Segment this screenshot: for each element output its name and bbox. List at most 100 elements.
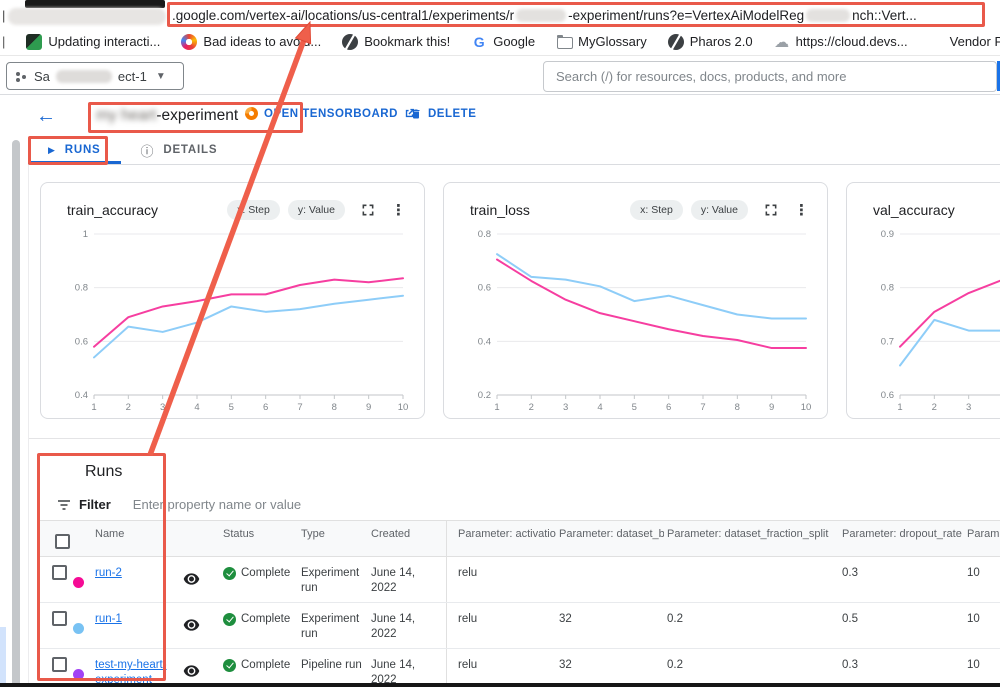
checkbox-cell [38, 603, 70, 648]
bookmark-pharos-2-0[interactable]: Pharos 2.0 [668, 34, 753, 50]
colorful-knot-icon [181, 34, 197, 50]
svg-text:2: 2 [932, 402, 937, 413]
chart-card-train_accuracy: train_accuracyx: Stepy: Value⋮0.40.60.81… [40, 182, 425, 419]
color-dot-cell [70, 649, 92, 687]
table-body: run-2CompleteExperiment runJune 14, 2022… [38, 557, 1000, 687]
url-bar[interactable]: .google.com/vertex-ai/locations/us-centr… [172, 5, 980, 25]
globe-dark-icon [342, 34, 358, 50]
search-input[interactable] [544, 69, 996, 84]
param-dataset-batch-cell: 32 [556, 649, 664, 687]
status-badge: Complete [241, 658, 290, 673]
back-arrow-icon[interactable]: ← [36, 103, 56, 129]
svg-text:10: 10 [801, 402, 812, 413]
eye-icon[interactable] [183, 665, 200, 677]
eye-icon[interactable] [183, 573, 200, 585]
bookmark-https-cloud-devs-[interactable]: ☁https://cloud.devs... [774, 34, 908, 50]
check-circle-icon [223, 613, 236, 626]
page-header: ← my heart-experiment OPEN TENSORBOARD D… [28, 96, 1000, 136]
row-checkbox[interactable] [52, 565, 67, 580]
chart-card-train_loss: train_lossx: Stepy: Value⋮0.20.40.60.812… [443, 182, 828, 419]
tab-bar: ▶ RUNS ⓘ DETAILS [28, 136, 1000, 165]
column-header [180, 521, 220, 556]
bookmark-label: Vendor Portal [950, 34, 1000, 49]
svg-text:5: 5 [229, 402, 234, 413]
left-scrollbar[interactable] [12, 140, 20, 687]
more-options-icon[interactable]: ⋮ [794, 201, 809, 219]
checkbox-cell [38, 649, 70, 687]
svg-text:3: 3 [966, 402, 971, 413]
tab-runs[interactable]: ▶ RUNS [28, 136, 121, 164]
y-axis-chip[interactable]: y: Value [288, 200, 345, 220]
more-options-icon[interactable]: ⋮ [391, 201, 406, 219]
folder-icon [556, 34, 572, 50]
bookmark-label: Bookmark this! [364, 34, 450, 49]
project-selector[interactable]: Sa ect-1 ▼ [6, 62, 184, 90]
open-tensorboard-button[interactable]: OPEN TENSORBOARD [245, 107, 415, 120]
color-dot-cell [70, 557, 92, 602]
bookmark-label: MyGlossary [578, 34, 647, 49]
column-header: Parameter: dropout_rate [839, 521, 964, 556]
status-cell: Complete [220, 603, 298, 648]
bookmark-bad-ideas-to-avoid-[interactable]: Bad ideas to avoid... [181, 34, 321, 50]
select-all-checkbox[interactable] [55, 534, 70, 549]
column-header: Parameter: activation [446, 521, 556, 556]
row-checkbox[interactable] [52, 657, 67, 672]
fullscreen-icon[interactable] [764, 203, 778, 217]
section-divider [29, 438, 1000, 439]
status-cell: Complete [220, 649, 298, 687]
status-badge: Complete [241, 566, 290, 581]
run-name-link[interactable]: run-1 [95, 613, 122, 625]
run-name-link[interactable]: run-2 [95, 567, 122, 579]
param-5-cell: 10 [964, 557, 1000, 602]
svg-text:10: 10 [398, 402, 409, 413]
bookmark-myglossary[interactable]: MyGlossary [556, 34, 647, 50]
page-title-redacted: my heart [96, 107, 156, 124]
redacted-tab-title [25, 0, 165, 8]
tab-details[interactable]: ⓘ DETAILS [121, 136, 238, 164]
delete-button[interactable]: DELETE [410, 107, 476, 121]
bookmark-bookmark-this-[interactable]: Bookmark this! [342, 34, 450, 50]
svg-text:7: 7 [297, 402, 302, 413]
url-segment: nch::Vert... [852, 8, 917, 23]
svg-text:7: 7 [700, 402, 705, 413]
svg-text:3: 3 [160, 402, 165, 413]
name-cell: run-1 [92, 603, 180, 648]
svg-text:0.8: 0.8 [75, 283, 88, 294]
tensorboard-icon [245, 107, 258, 120]
filter-input[interactable] [133, 497, 433, 512]
param-activation-cell: relu [446, 557, 556, 602]
svg-text:0.9: 0.9 [881, 229, 894, 240]
chart-card-header: train_lossx: Stepy: Value⋮ [444, 183, 827, 222]
header-checkbox-cell [38, 521, 70, 556]
row-checkbox[interactable] [52, 611, 67, 626]
svg-text:8: 8 [735, 402, 740, 413]
bookmark-updating-interacti-[interactable]: Updating interacti... [26, 34, 160, 50]
type-cell: Experiment run [298, 603, 368, 648]
bookmark-vendor-portal[interactable]: Vendor Portal [929, 34, 1000, 49]
param-dropout-cell: 0.3 [839, 649, 964, 687]
console-header: Sa ect-1 ▼ [0, 57, 1000, 95]
chart-title: val_accuracy [873, 202, 955, 218]
y-axis-chip[interactable]: y: Value [691, 200, 748, 220]
view-cell [180, 649, 220, 687]
fullscreen-icon[interactable] [361, 203, 375, 217]
project-name-suffix: ect-1 [118, 69, 147, 84]
bookmark-google[interactable]: GGoogle [471, 34, 535, 50]
view-cell [180, 603, 220, 648]
param-5-cell: 10 [964, 603, 1000, 648]
table-row: run-1CompleteExperiment runJune 14, 2022… [38, 603, 1000, 649]
x-axis-chip[interactable]: x: Step [630, 200, 683, 220]
run-color-dot [73, 669, 84, 680]
redacted-url-segment [806, 9, 850, 22]
bookmark-label: Pharos 2.0 [690, 34, 753, 49]
filter-label: Filter [79, 497, 111, 512]
bookmark-label: Google [493, 34, 535, 49]
eye-icon[interactable] [183, 619, 200, 631]
left-edge-highlight [0, 627, 6, 683]
page-title-visible: -experiment [156, 107, 238, 124]
color-dot-cell [70, 603, 92, 648]
x-axis-chip[interactable]: x: Step [227, 200, 280, 220]
column-header [70, 521, 92, 556]
checkbox-cell [38, 557, 70, 602]
svg-text:1: 1 [91, 402, 96, 413]
